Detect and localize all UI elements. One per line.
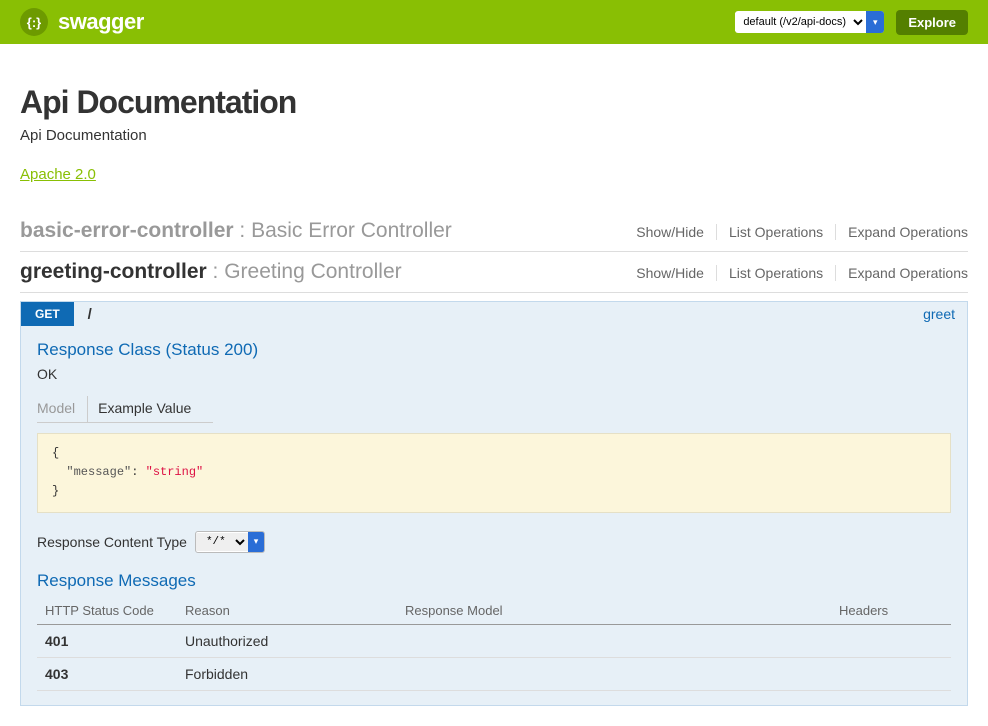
show-hide-link[interactable]: Show/Hide [624, 224, 717, 240]
status-code-cell: 403 [37, 657, 177, 690]
table-row: 401 Unauthorized [37, 624, 951, 657]
header-right: default (/v2/api-docs) ▾ Explore [735, 10, 968, 35]
headers-cell [831, 624, 951, 657]
model-cell [397, 657, 831, 690]
content-type-dropdown[interactable]: */* [196, 533, 248, 551]
endpoint-body: Response Class (Status 200) OK Model Exa… [21, 326, 967, 705]
swagger-logo-text: swagger [58, 9, 144, 35]
expand-operations-link[interactable]: Expand Operations [836, 224, 968, 240]
response-messages-title: Response Messages [37, 571, 951, 591]
endpoint-nickname: greet [923, 306, 967, 322]
main-container: Api Documentation Api Documentation Apac… [0, 44, 988, 726]
swagger-logo-icon: {:} [20, 8, 48, 36]
page-title: Api Documentation [20, 84, 968, 121]
controller-actions: Show/Hide List Operations Expand Operati… [624, 224, 968, 240]
chevron-down-icon: ▾ [248, 531, 264, 553]
controllers-list: basic-error-controller : Basic Error Con… [20, 211, 968, 706]
content-type-select[interactable]: */* ▾ [195, 531, 265, 553]
endpoint-header[interactable]: GET / greet [21, 302, 967, 326]
expand-operations-link[interactable]: Expand Operations [836, 265, 968, 281]
example-json-block[interactable]: { "message": "string" } [37, 433, 951, 513]
response-status-text: OK [37, 366, 951, 382]
reason-cell: Unauthorized [177, 624, 397, 657]
controller-greeting[interactable]: greeting-controller : Greeting Controlle… [20, 252, 968, 293]
content-type-row: Response Content Type */* ▾ [37, 531, 951, 553]
controller-name: greeting-controller : Greeting Controlle… [20, 260, 402, 284]
endpoint-path: / [88, 306, 923, 323]
list-operations-link[interactable]: List Operations [717, 265, 836, 281]
response-messages-table: HTTP Status Code Reason Response Model H… [37, 597, 951, 691]
controller-basic-error[interactable]: basic-error-controller : Basic Error Con… [20, 211, 968, 252]
reason-cell: Forbidden [177, 657, 397, 690]
table-row: 403 Forbidden [37, 657, 951, 690]
tab-example-value[interactable]: Example Value [98, 396, 203, 422]
header-left: {:} swagger [20, 8, 144, 36]
show-hide-link[interactable]: Show/Hide [624, 265, 717, 281]
chevron-down-icon: ▾ [866, 11, 884, 33]
table-header-row: HTTP Status Code Reason Response Model H… [37, 597, 951, 625]
status-code-cell: 401 [37, 624, 177, 657]
model-cell [397, 624, 831, 657]
tab-model[interactable]: Model [37, 396, 88, 422]
example-tabs: Model Example Value [37, 396, 213, 423]
response-messages-section: Response Messages HTTP Status Code Reaso… [37, 571, 951, 691]
col-response-model: Response Model [397, 597, 831, 625]
page-subtitle: Api Documentation [20, 127, 968, 144]
col-status-code: HTTP Status Code [37, 597, 177, 625]
license-link[interactable]: Apache 2.0 [20, 166, 96, 183]
headers-cell [831, 657, 951, 690]
col-headers: Headers [831, 597, 951, 625]
controller-name: basic-error-controller : Basic Error Con… [20, 219, 452, 243]
explore-button[interactable]: Explore [896, 10, 968, 35]
controller-actions: Show/Hide List Operations Expand Operati… [624, 265, 968, 281]
list-operations-link[interactable]: List Operations [717, 224, 836, 240]
spec-select[interactable]: default (/v2/api-docs) [735, 13, 866, 31]
http-method-badge: GET [21, 302, 74, 326]
endpoint-greet: GET / greet Response Class (Status 200) … [20, 301, 968, 706]
app-header: {:} swagger default (/v2/api-docs) ▾ Exp… [0, 0, 988, 44]
content-type-label: Response Content Type [37, 534, 187, 550]
col-reason: Reason [177, 597, 397, 625]
response-class-title: Response Class (Status 200) [37, 340, 951, 360]
spec-selector[interactable]: default (/v2/api-docs) ▾ [735, 11, 884, 33]
